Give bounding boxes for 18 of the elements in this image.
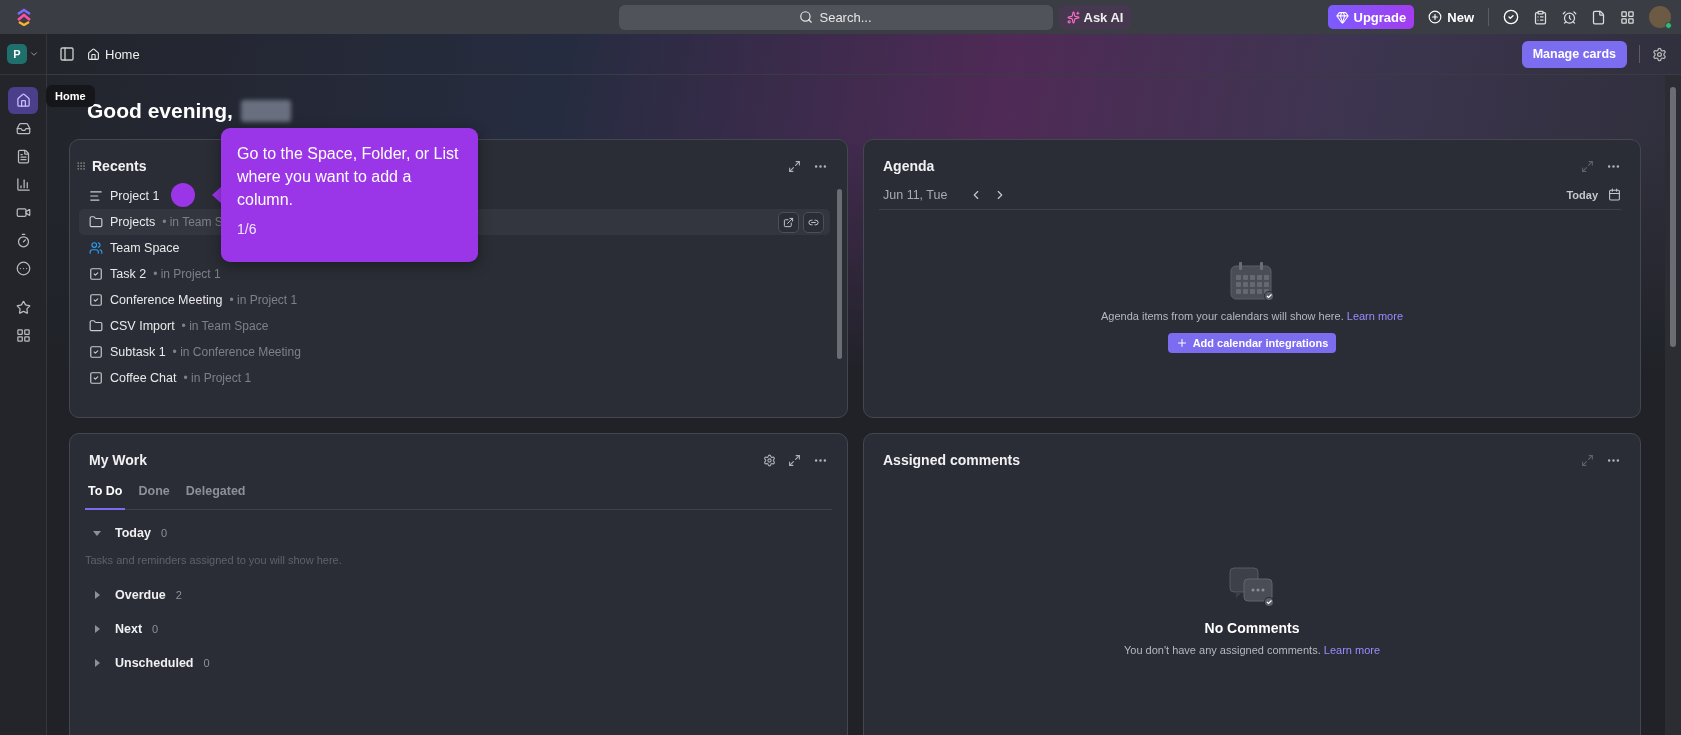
group-label: Overdue	[115, 588, 166, 602]
card-title: Agenda	[883, 158, 935, 174]
group-count: 2	[175, 589, 182, 601]
tour-message: Go to the Space, Folder, or List where you want to add a column.	[237, 144, 460, 210]
card-title: Assigned comments	[883, 452, 1020, 468]
agenda-date: Jun 11, Tue	[883, 187, 949, 202]
group-label: Today	[115, 526, 151, 540]
comments-empty-message: You don't have any assigned comments. Learn more	[1123, 644, 1381, 656]
card-title: Recents	[92, 158, 147, 174]
agenda-empty-message: Agenda items from your calendars will show here. Learn more	[1100, 310, 1404, 322]
empty-state-heading: No Comments	[1204, 620, 1300, 636]
group-label: Next	[115, 622, 143, 636]
card-title: My Work	[89, 452, 148, 468]
group-count: 0	[160, 527, 167, 539]
group-count: 0	[152, 623, 159, 635]
group-count: 0	[203, 657, 210, 669]
tour-step-counter: 1/6	[237, 221, 258, 237]
group-label: Unscheduled	[115, 656, 194, 670]
